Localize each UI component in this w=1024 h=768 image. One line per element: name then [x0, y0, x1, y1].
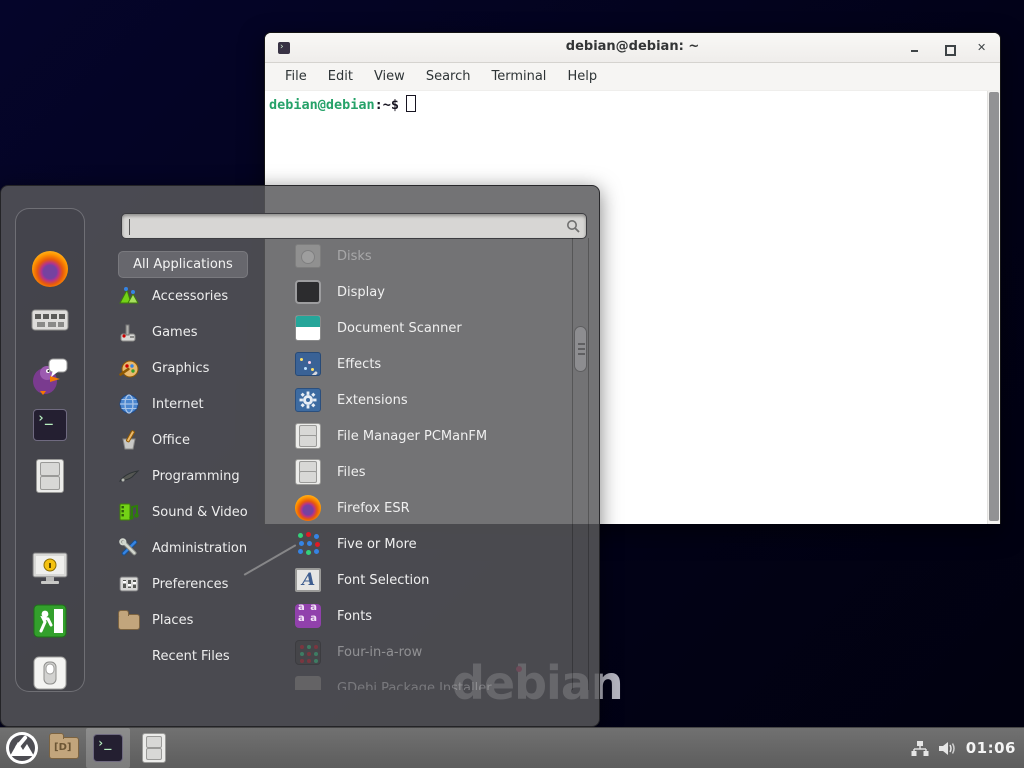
- file-cabinet-icon: [295, 423, 321, 449]
- category-accessories[interactable]: Accessories: [118, 280, 283, 312]
- prompt-user-host: debian@debian: [269, 97, 375, 113]
- app-four-in-a-row[interactable]: Four-in-a-row: [281, 634, 571, 670]
- internet-icon: [118, 393, 140, 415]
- search-caret: [129, 219, 130, 235]
- volume-icon[interactable]: [938, 740, 957, 757]
- fonts-icon: [295, 604, 321, 628]
- file-manager-launcher[interactable]: [44, 728, 84, 768]
- menu-search[interactable]: Search: [418, 66, 479, 87]
- terminal-scrollbar[interactable]: [987, 91, 1000, 524]
- category-sound-video[interactable]: Sound & Video: [118, 496, 283, 528]
- terminal-taskbar-button[interactable]: [86, 728, 130, 768]
- start-menu: All Applications Accessories Games: [0, 185, 600, 727]
- minimize-icon[interactable]: [909, 43, 920, 54]
- prompt-path: :~$: [375, 97, 399, 113]
- file-cabinet-icon: [295, 459, 321, 485]
- files-launcher[interactable]: [132, 728, 176, 768]
- lock-screen-icon[interactable]: [30, 551, 70, 587]
- places-icon: [118, 614, 140, 630]
- menu-view[interactable]: View: [366, 66, 413, 87]
- pidgin-icon[interactable]: [30, 357, 70, 395]
- games-icon: [118, 321, 140, 343]
- log-out-icon[interactable]: [32, 603, 68, 639]
- sound-video-icon: [118, 501, 140, 523]
- app-gdebi-package-installer[interactable]: GDebi Package Installer: [281, 670, 571, 690]
- app-firefox-esr[interactable]: Firefox ESR: [281, 490, 571, 526]
- terminal-icon: [93, 734, 123, 762]
- four-in-a-row-icon: [295, 640, 321, 665]
- category-administration[interactable]: Administration: [118, 532, 283, 564]
- app-display[interactable]: Display: [281, 274, 571, 310]
- font-selection-icon: [295, 568, 321, 592]
- app-extensions[interactable]: Extensions: [281, 382, 571, 418]
- disks-icon: [295, 244, 321, 268]
- document-scanner-icon: [295, 315, 321, 341]
- search-input[interactable]: [122, 214, 566, 238]
- app-effects[interactable]: Effects: [281, 346, 571, 382]
- app-five-or-more[interactable]: Five or More: [281, 526, 571, 562]
- firefox-icon: [295, 495, 321, 521]
- app-disks[interactable]: Disks: [281, 238, 571, 274]
- category-places[interactable]: Places: [118, 604, 283, 636]
- app-fonts[interactable]: Fonts: [281, 598, 571, 634]
- file-cabinet-icon[interactable]: [36, 459, 64, 493]
- menu-help[interactable]: Help: [559, 66, 605, 87]
- category-games[interactable]: Games: [118, 316, 283, 348]
- administration-icon: [118, 537, 140, 559]
- category-office[interactable]: Office: [118, 424, 283, 456]
- accessories-icon: [118, 285, 140, 307]
- search-icon: [566, 219, 580, 233]
- programming-icon: [118, 465, 140, 487]
- terminal-menubar: File Edit View Search Terminal Help: [265, 63, 1000, 91]
- apps-scrollbar-thumb[interactable]: [574, 326, 587, 372]
- shut-down-icon[interactable]: [32, 655, 68, 691]
- category-internet[interactable]: Internet: [118, 388, 283, 420]
- file-manager-icon: [49, 737, 79, 759]
- favorites-panel: [15, 208, 85, 692]
- network-icon[interactable]: [911, 740, 929, 757]
- menu-icon: [5, 731, 39, 765]
- maximize-icon[interactable]: [943, 43, 954, 54]
- app-file-manager-pcmanfm[interactable]: File Manager PCManFM: [281, 418, 571, 454]
- app-files[interactable]: Files: [281, 454, 571, 490]
- gdebi-icon: [295, 676, 321, 690]
- app-document-scanner[interactable]: Document Scanner: [281, 310, 571, 346]
- menu-edit[interactable]: Edit: [320, 66, 361, 87]
- clock[interactable]: 01:06: [966, 739, 1016, 757]
- five-or-more-icon: [295, 531, 321, 557]
- search-box: [121, 213, 587, 239]
- terminal-scrollbar-thumb[interactable]: [989, 92, 999, 521]
- preferences-icon: [118, 573, 140, 595]
- filter-all-applications[interactable]: All Applications: [118, 251, 248, 278]
- terminal-icon[interactable]: [33, 409, 67, 441]
- category-graphics[interactable]: Graphics: [118, 352, 283, 384]
- shell-prompt: debian@debian:~$: [269, 95, 416, 113]
- firefox-icon[interactable]: [32, 251, 68, 287]
- keyboard-icon[interactable]: [31, 307, 69, 333]
- apps-scrollbar[interactable]: [572, 238, 589, 690]
- close-icon[interactable]: [977, 43, 988, 54]
- menu-file[interactable]: File: [277, 66, 315, 87]
- category-recent-files[interactable]: Recent Files: [118, 640, 283, 672]
- menu-button[interactable]: [0, 728, 44, 768]
- category-programming[interactable]: Programming: [118, 460, 283, 492]
- office-icon: [118, 429, 140, 451]
- terminal-titlebar[interactable]: debian@debian: ~: [265, 33, 1000, 63]
- graphics-icon: [118, 357, 140, 379]
- terminal-title: debian@debian: ~: [265, 39, 1000, 54]
- category-preferences[interactable]: Preferences: [118, 568, 283, 600]
- files-icon: [142, 733, 166, 763]
- app-font-selection[interactable]: Font Selection: [281, 562, 571, 598]
- taskbar: 01:06: [0, 727, 1024, 768]
- applications-list: Disks Display Document Scanner Effects: [281, 238, 571, 690]
- menu-terminal[interactable]: Terminal: [483, 66, 554, 87]
- effects-icon: [295, 352, 321, 376]
- extensions-icon: [295, 388, 321, 412]
- display-icon: [295, 280, 321, 304]
- terminal-cursor: [406, 95, 416, 112]
